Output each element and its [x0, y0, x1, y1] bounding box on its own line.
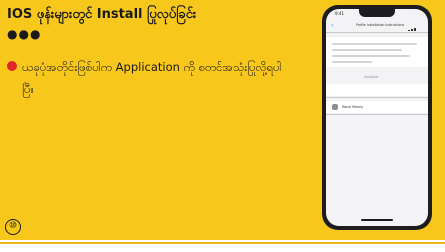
nav-title: Profile Installation Instructions [355, 23, 405, 27]
title-dots: ●●● [7, 27, 42, 41]
text-placeholder [332, 49, 402, 51]
info-card [326, 37, 428, 67]
bottom-rule [0, 242, 445, 244]
nav-bar: ‹ Profile Installation Instructions [326, 21, 428, 31]
status-time: 9:41 [335, 11, 344, 16]
slide-panel: IOS ဖုန်းများတွင် Install ပြုလုပ်ခြင်း ●… [0, 0, 445, 240]
phone-screen: 9:41 ‹ Profile Installation Instructions… [326, 9, 428, 226]
red-bullet-icon [7, 61, 17, 71]
section-label: Installed [364, 75, 379, 79]
text-placeholder [332, 55, 410, 57]
home-indicator [361, 219, 393, 221]
chevron-left-icon[interactable]: ‹ [331, 22, 333, 30]
bottom-strip [0, 240, 445, 252]
app-row[interactable]: Wave Money [326, 101, 428, 113]
divider [326, 32, 428, 33]
blank-card [326, 84, 428, 96]
app-row-label: Wave Money [342, 104, 364, 109]
text-placeholder [332, 61, 372, 63]
divider [326, 114, 428, 115]
slide-title: IOS ဖုန်းများတွင် Install ပြုလုပ်ခြင်း [7, 7, 197, 22]
page-number: ⑩ [5, 219, 21, 235]
phone-notch [359, 9, 395, 17]
text-placeholder [332, 43, 417, 45]
app-icon [332, 104, 338, 110]
instruction-text: ယခုပုံအတိုင်းဖြစ်ပါက Application ကို စတင… [22, 60, 282, 96]
phone-mockup: 9:41 ‹ Profile Installation Instructions… [322, 5, 432, 230]
signal-icon [408, 12, 420, 31]
divider [326, 97, 428, 98]
